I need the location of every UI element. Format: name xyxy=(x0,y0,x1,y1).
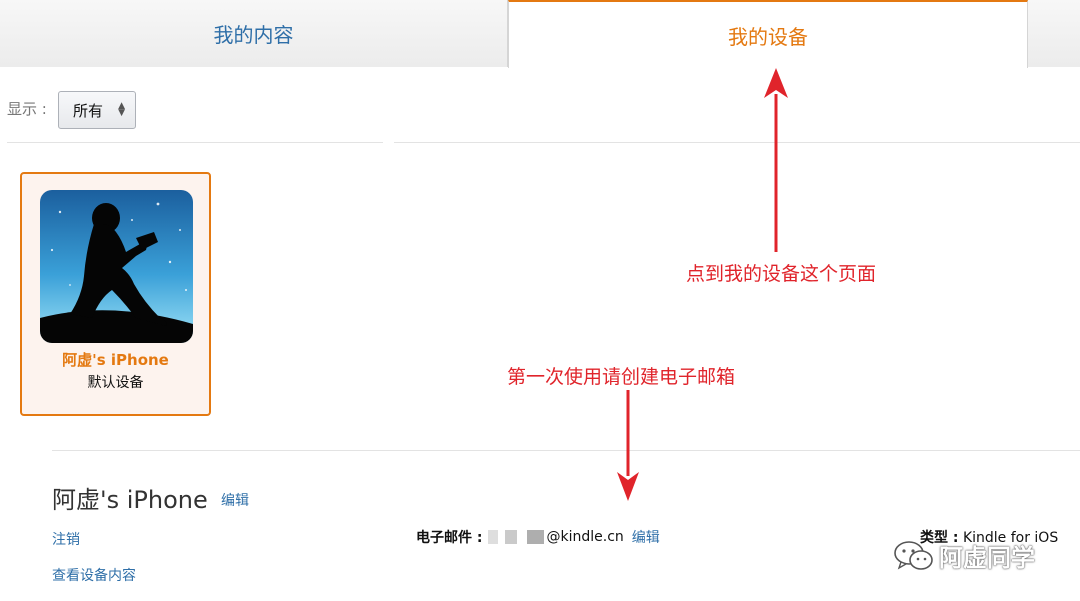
watermark-text: 阿虚同学 xyxy=(939,544,1035,572)
tab-bar-filler xyxy=(1028,0,1080,67)
device-card[interactable]: 阿虚's iPhone 默认设备 xyxy=(20,172,211,416)
edit-email-link[interactable]: 编辑 xyxy=(632,527,660,547)
device-card-status: 默认设备 xyxy=(87,375,144,391)
arrow-down-annotation-icon xyxy=(617,390,639,501)
filter-selected-value: 所有 xyxy=(73,101,104,120)
kindle-app-icon xyxy=(40,190,193,343)
deregister-link[interactable]: 注销 xyxy=(52,529,80,549)
view-device-content-link[interactable]: 查看设备内容 xyxy=(52,565,136,585)
divider-detail xyxy=(52,450,1080,451)
watermark: 阿虚同学 xyxy=(893,538,1035,573)
filter-select[interactable]: 所有 ▲ ▼ xyxy=(58,91,136,129)
annotation-tab-hint: 点到我的设备这个页面 xyxy=(686,263,877,285)
tab-my-devices[interactable]: 我的设备 xyxy=(508,0,1028,68)
tab-bar: 我的内容 我的设备 xyxy=(0,0,1080,68)
wechat-icon xyxy=(894,540,933,570)
email-row: 电子邮件 : @kindle.cn 编辑 xyxy=(416,527,660,547)
edit-device-name-link[interactable]: 编辑 xyxy=(221,490,249,510)
device-card-name: 阿虚's iPhone xyxy=(62,351,169,369)
filter-label: 显示 : xyxy=(7,100,47,118)
email-redacted-mask xyxy=(488,530,545,544)
device-detail-title: 阿虚's iPhone xyxy=(52,486,208,514)
arrow-up-annotation-icon xyxy=(764,68,788,252)
divider-left xyxy=(7,142,383,143)
email-suffix: @kindle.cn xyxy=(546,529,624,545)
select-arrows-icon: ▲ ▼ xyxy=(118,101,125,118)
divider-right xyxy=(394,142,1080,143)
email-label: 电子邮件 : xyxy=(416,530,483,546)
annotation-email-hint: 第一次使用请创建电子邮箱 xyxy=(507,366,736,388)
tab-my-content[interactable]: 我的内容 xyxy=(0,0,508,67)
